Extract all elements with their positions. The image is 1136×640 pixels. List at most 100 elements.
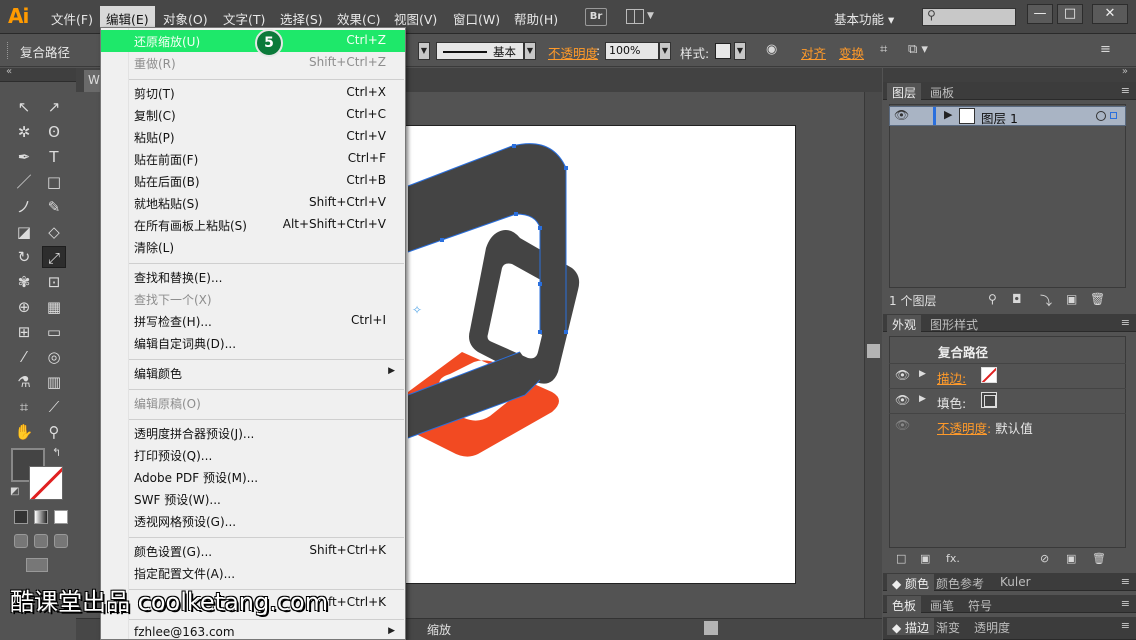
- restore-button[interactable]: □: [1057, 4, 1083, 24]
- add-stroke-icon[interactable]: □: [896, 552, 906, 565]
- rectangle-tool-icon[interactable]: □: [42, 171, 66, 193]
- align-link[interactable]: 对齐: [801, 43, 826, 62]
- menu-item-paste-in-front[interactable]: 贴在前面(F) Ctrl+F: [101, 148, 405, 170]
- opacity-input[interactable]: 100%: [605, 42, 659, 60]
- tab-graphic-styles[interactable]: 图形样式: [925, 315, 983, 332]
- menu-item-swf-presets[interactable]: SWF 预设(W)...: [101, 488, 405, 510]
- hand-tool-icon[interactable]: ✋: [12, 421, 36, 443]
- close-button[interactable]: ✕: [1092, 4, 1128, 24]
- appearance-fill-row[interactable]: 👁 ▶ 填色:: [889, 388, 1126, 412]
- lasso-tool-icon[interactable]: ʘ: [42, 121, 66, 143]
- arrange-icon[interactable]: ⧉ ▾: [908, 42, 928, 57]
- style-dropdown[interactable]: ▼: [734, 42, 746, 60]
- perspective-grid-tool-icon[interactable]: ▦: [42, 296, 66, 318]
- expand-arrow-icon[interactable]: ▶: [944, 108, 952, 121]
- menu-view[interactable]: 视图(V): [394, 9, 437, 28]
- direct-selection-tool-icon[interactable]: ↗: [42, 96, 66, 118]
- tab-kuler[interactable]: Kuler: [995, 574, 1036, 591]
- tab-appearance[interactable]: 外观: [887, 315, 922, 332]
- pencil-tool-icon[interactable]: ✎: [42, 196, 66, 218]
- menu-window[interactable]: 窗口(W): [453, 9, 500, 28]
- expand-arrow-icon[interactable]: ▶: [919, 394, 926, 404]
- stroke-label[interactable]: 描边:: [937, 368, 966, 387]
- tab-color-guide[interactable]: 颜色参考: [931, 574, 989, 591]
- tab-gradient[interactable]: 渐变: [931, 618, 965, 635]
- stroke-profile-box[interactable]: 基本: [436, 42, 524, 60]
- mesh-tool-icon[interactable]: ⊞: [12, 321, 36, 343]
- menu-item-color-settings[interactable]: 颜色设置(G)... Shift+Ctrl+K: [101, 540, 405, 562]
- menu-item-account[interactable]: fzhlee@163.com ▶: [101, 622, 405, 640]
- search-input[interactable]: ⚲: [922, 8, 1016, 26]
- pen-tool-icon[interactable]: ✒: [12, 146, 36, 168]
- tab-brushes[interactable]: 画笔: [925, 596, 959, 613]
- tab-symbols[interactable]: 符号: [963, 596, 997, 613]
- artboard[interactable]: [360, 125, 796, 584]
- workspace-switcher[interactable]: 基本功能 ▾: [834, 9, 894, 28]
- menu-item-pdf-presets[interactable]: Adobe PDF 预设(M)...: [101, 466, 405, 488]
- panel-menu-icon[interactable]: ≡: [1121, 619, 1130, 632]
- panel-menu-icon[interactable]: ≡: [1100, 42, 1111, 57]
- tab-artboards[interactable]: 画板: [925, 83, 959, 100]
- graph-tool-icon[interactable]: ▥: [42, 371, 66, 393]
- locate-object-icon[interactable]: ⚲: [988, 292, 997, 306]
- draw-normal-icon[interactable]: [14, 534, 28, 548]
- menu-item-flattener-presets[interactable]: 透明度拼合器预设(J)...: [101, 422, 405, 444]
- new-sublayer-icon[interactable]: ⤵: [1040, 292, 1052, 309]
- stroke-color-swatch[interactable]: [29, 466, 63, 500]
- menu-item-print-presets[interactable]: 打印预设(Q)...: [101, 444, 405, 466]
- tab-color[interactable]: ◆ 颜色: [887, 574, 935, 591]
- add-fill-icon[interactable]: ▣: [920, 552, 930, 565]
- color-mode-icon[interactable]: [14, 510, 28, 524]
- visibility-eye-icon[interactable]: 👁: [895, 368, 910, 382]
- isolate-icon[interactable]: ⌗: [880, 42, 887, 57]
- menu-item-paste[interactable]: 粘贴(P) Ctrl+V: [101, 126, 405, 148]
- layer-name[interactable]: 图层 1: [981, 108, 1018, 127]
- menu-item-copy[interactable]: 复制(C) Ctrl+C: [101, 104, 405, 126]
- draw-behind-icon[interactable]: [34, 534, 48, 548]
- menu-item-find-replace[interactable]: 查找和替换(E)...: [101, 266, 405, 288]
- horizontal-scroll-thumb[interactable]: [704, 621, 718, 635]
- stroke-weight-dropdown[interactable]: ▼: [418, 42, 430, 60]
- line-tool-icon[interactable]: ／: [12, 171, 36, 193]
- clipping-mask-icon[interactable]: ◘: [1012, 292, 1022, 306]
- paintbrush-tool-icon[interactable]: ノ: [12, 196, 36, 218]
- delete-item-icon[interactable]: 🗑: [1092, 552, 1106, 565]
- new-layer-icon[interactable]: ▣: [1066, 292, 1077, 306]
- zoom-tool-icon[interactable]: ⚲: [42, 421, 66, 443]
- add-effect-icon[interactable]: fx.: [946, 552, 960, 565]
- appearance-opacity-row[interactable]: 👁 不透明度: 默认值: [889, 413, 1126, 437]
- none-mode-icon[interactable]: [54, 510, 68, 524]
- clear-appearance-icon[interactable]: ⊘: [1040, 552, 1049, 565]
- menu-item-paste-in-back[interactable]: 贴在后面(B) Ctrl+B: [101, 170, 405, 192]
- gradient-mode-icon[interactable]: [34, 510, 48, 524]
- menu-item-paste-in-place[interactable]: 就地粘贴(S) Shift+Ctrl+V: [101, 192, 405, 214]
- menu-item-assign-profile[interactable]: 指定配置文件(A)...: [101, 562, 405, 584]
- symbol-sprayer-tool-icon[interactable]: ⚗: [12, 371, 36, 393]
- slice-tool-icon[interactable]: ⟋: [42, 396, 66, 418]
- menu-effect[interactable]: 效果(C): [337, 9, 380, 28]
- scroll-thumb[interactable]: [867, 344, 880, 358]
- recolor-icon[interactable]: ◉: [766, 42, 777, 57]
- menu-item-cut[interactable]: 剪切(T) Ctrl+X: [101, 82, 405, 104]
- arrange-documents-icon[interactable]: [626, 9, 644, 24]
- menu-help[interactable]: 帮助(H): [514, 9, 558, 28]
- magic-wand-tool-icon[interactable]: ✲: [12, 121, 36, 143]
- selection-tool-icon[interactable]: ↖: [12, 96, 36, 118]
- scale-tool-icon[interactable]: ⤢: [42, 246, 66, 268]
- fill-swatch-icon[interactable]: [981, 392, 997, 408]
- chevron-down-icon[interactable]: ▼: [647, 11, 654, 21]
- grip-handle[interactable]: [7, 42, 10, 59]
- panel-menu-icon[interactable]: ≡: [1121, 316, 1130, 329]
- warp-tool-icon[interactable]: ✾: [12, 271, 36, 293]
- menu-item-edit-colors[interactable]: 编辑颜色 ▶: [101, 362, 405, 384]
- minimize-button[interactable]: —: [1027, 4, 1053, 24]
- visibility-eye-icon[interactable]: 👁: [895, 418, 910, 432]
- type-tool-icon[interactable]: T: [42, 146, 66, 168]
- tab-stroke[interactable]: ◆ 描边: [887, 618, 935, 635]
- menu-item-spell-check[interactable]: 拼写检查(H)... Ctrl+I: [101, 310, 405, 332]
- style-swatch[interactable]: [715, 43, 731, 59]
- selection-square-icon[interactable]: [1110, 112, 1117, 119]
- panel-menu-icon[interactable]: ≡: [1121, 575, 1130, 588]
- duplicate-item-icon[interactable]: ▣: [1066, 552, 1076, 565]
- stroke-swatch-icon[interactable]: [981, 367, 997, 383]
